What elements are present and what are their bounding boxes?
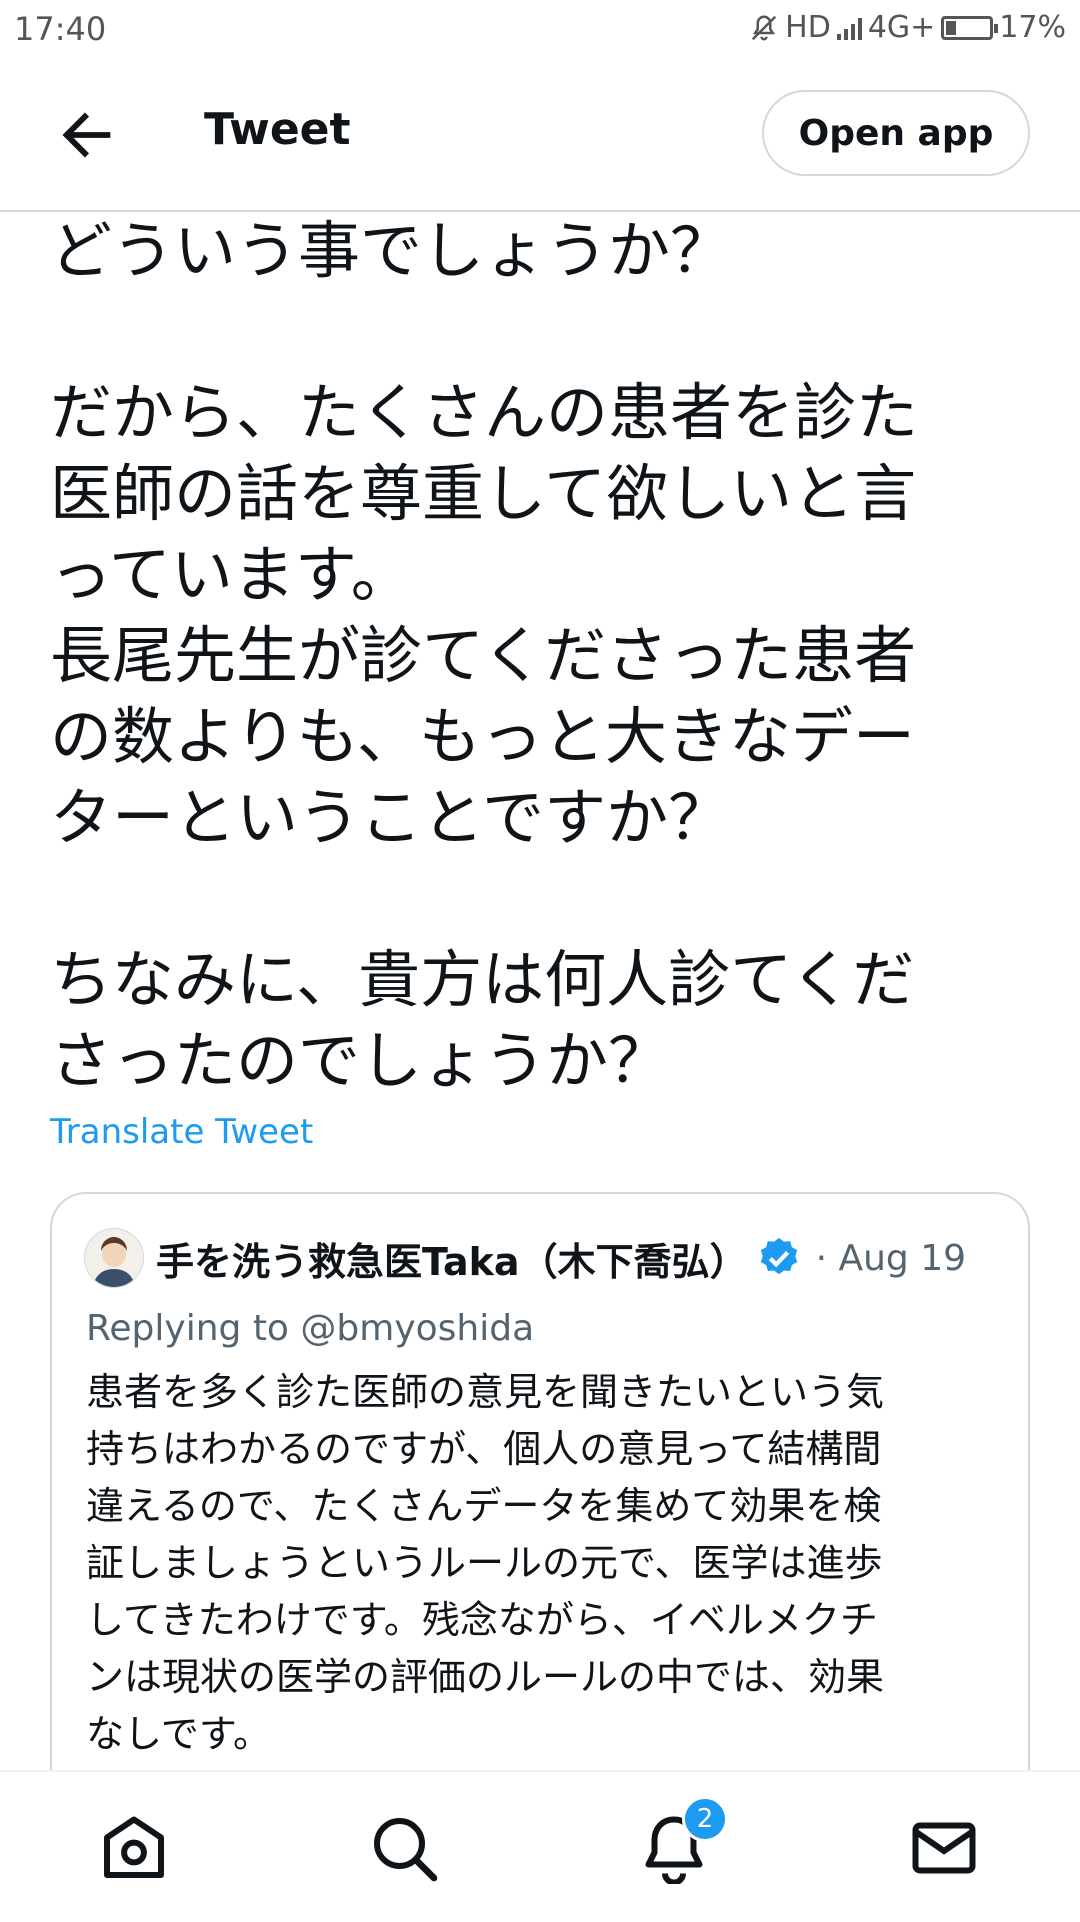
notification-badge: 2 <box>682 1796 728 1842</box>
battery-percent: 17% <box>999 10 1066 45</box>
avatar <box>84 1228 144 1288</box>
status-bar: 17:40 HD 4G+ 17% <box>0 0 1080 62</box>
mute-icon <box>752 14 777 40</box>
quoted-author-name: 手を洗う救急医Taka（木下喬弘） <box>156 1239 748 1284</box>
search-icon[interactable] <box>368 1812 440 1884</box>
status-time: 17:40 <box>14 10 107 48</box>
signal-icon <box>836 16 862 40</box>
battery-icon <box>941 15 999 40</box>
network-hd: HD <box>785 10 831 45</box>
network-4g: 4G+ <box>867 10 936 45</box>
home-icon[interactable] <box>98 1812 170 1884</box>
quoted-tweet[interactable]: 手を洗う救急医Taka（木下喬弘） · Aug 19 Replying to @… <box>50 1192 1030 1812</box>
open-app-button[interactable]: Open app <box>762 90 1030 176</box>
tweet-text: どういう事でしょうか？ だから、たくさんの患者を診た 医師の話を尊重して欲しいと… <box>50 214 919 1097</box>
quoted-tweet-header: 手を洗う救急医Taka（木下喬弘） · Aug 19 <box>84 1228 966 1288</box>
status-indicators: HD 4G+ 17% <box>749 10 1066 45</box>
quoted-tweet-text: 患者を多く診た医師の意見を聞きたいという気 持ちはわかるのですが、個人の意見って… <box>86 1370 885 1756</box>
translate-tweet-link[interactable]: Translate Tweet <box>50 1112 313 1152</box>
verified-badge-icon <box>760 1237 797 1275</box>
quoted-tweet-date: · Aug 19 <box>815 1237 967 1279</box>
mail-icon[interactable] <box>908 1812 980 1884</box>
page-title: Tweet <box>204 104 351 155</box>
top-header: Tweet Open app <box>0 62 1080 212</box>
back-arrow-icon[interactable] <box>52 100 122 170</box>
bottom-nav: 2 <box>0 1770 1080 1922</box>
replying-to: Replying to @bmyoshida <box>86 1308 535 1349</box>
